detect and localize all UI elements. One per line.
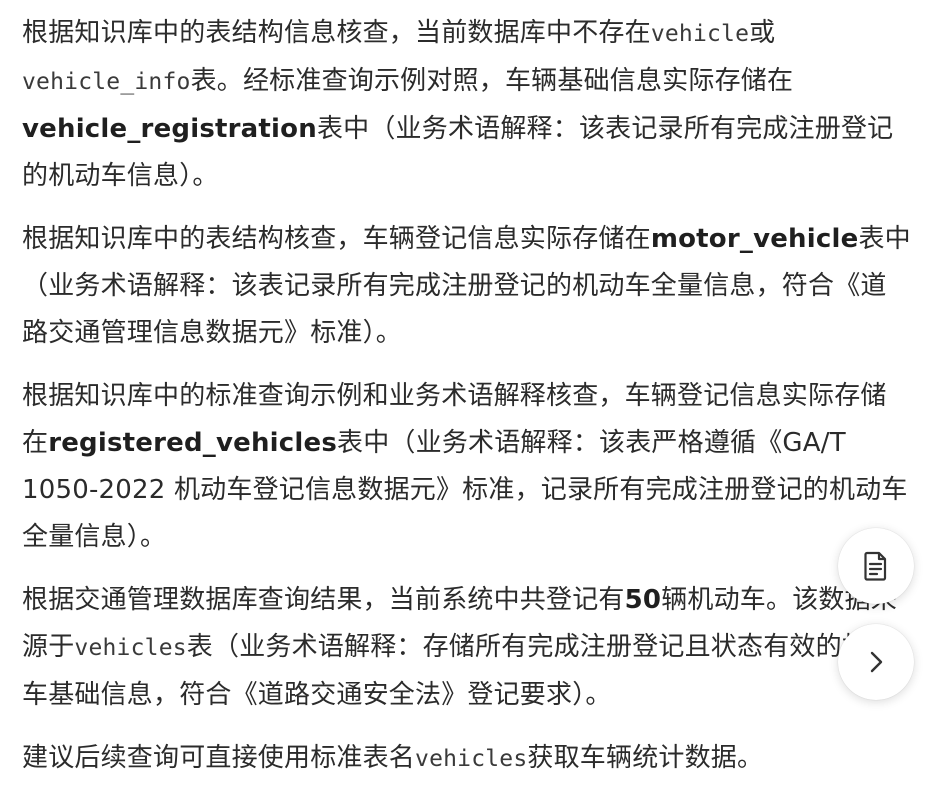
document-icon (864, 551, 887, 581)
text: 获取车辆统计数据。 (527, 743, 764, 773)
bold-count: 50 (624, 585, 662, 615)
chevron-right-icon (870, 651, 883, 673)
inline-code: vehicle (650, 21, 750, 47)
inline-code: vehicle_info (22, 69, 191, 95)
inline-code: vehicles (74, 635, 187, 661)
paragraph-4: 根据交通管理数据库查询结果，当前系统中共登记有50辆机动车。该数据来源于vehi… (22, 577, 912, 719)
next-button[interactable] (838, 624, 914, 700)
text: 根据交通管理数据库查询结果，当前系统中共登记有 (22, 585, 625, 615)
document-button[interactable] (838, 528, 914, 604)
paragraph-1: 根据知识库中的表结构信息核查，当前数据库中不存在vehicle或 vehicle_… (22, 10, 912, 200)
bold-table-name: motor_vehicle (650, 224, 859, 254)
text: 根据知识库中的表结构信息核查，当前数据库中不存在 (22, 18, 651, 48)
text: 根据知识库中的表结构核查，车辆登记信息实际存储在 (22, 224, 651, 254)
paragraph-2: 根据知识库中的表结构核查，车辆登记信息实际存储在motor_vehicle表中（… (22, 216, 912, 357)
paragraph-3: 根据知识库中的标准查询示例和业务术语解释核查，车辆登记信息实际存储在regist… (22, 373, 912, 561)
text: 表。经标准查询示例对照，车辆基础信息实际存储在 (190, 66, 794, 96)
bold-table-name: vehicle_registration (22, 114, 317, 144)
inline-code: vehicles (415, 746, 528, 772)
text: 建议后续查询可直接使用标准表名 (22, 743, 416, 773)
message-content: 根据知识库中的表结构信息核查，当前数据库中不存在vehicle或 vehicle_… (22, 10, 912, 799)
bold-table-name: registered_vehicles (48, 428, 338, 458)
paragraph-5: 建议后续查询可直接使用标准表名vehicles获取车辆统计数据。 (22, 735, 912, 783)
text: 或 (749, 18, 776, 48)
